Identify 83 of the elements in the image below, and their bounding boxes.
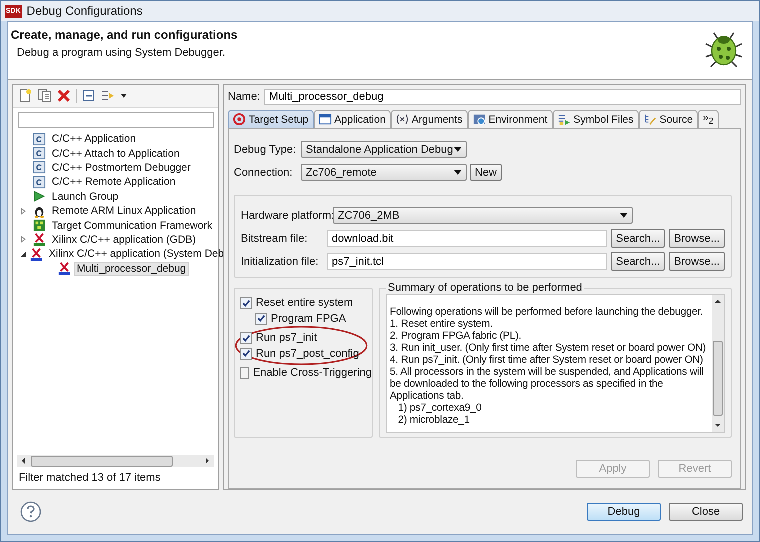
xilinx-icon: [30, 248, 43, 261]
tree-item[interactable]: Target Communication Framework: [49, 218, 216, 233]
source-icon: [644, 113, 657, 126]
search-button[interactable]: Search...: [611, 252, 666, 271]
expand-icon[interactable]: [20, 236, 27, 244]
field-label: Initialization file:: [241, 256, 320, 268]
new-button[interactable]: New: [470, 164, 502, 181]
tab[interactable]: Source: [638, 110, 698, 128]
checkbox[interactable]: [240, 367, 250, 379]
summary-text: Following operations will be performed before launching the debugger. 1. Reset entire system. 2. Program FPGA fabric (PL). 3. Run init_user. (Only first time after System reset or board power ON) 4. Run ps7_init. (Only first time after System reset or board power ON) 5. All processors in the system will be suspended, and Applications will be downloaded to the following processors as specified in the Applications tab. 1) ps7_cortexa9_0 2) microblaze_1: [389, 306, 708, 428]
browse-button[interactable]: Browse...: [669, 252, 725, 271]
tab[interactable]: Arguments: [390, 110, 468, 128]
new-configuration-icon[interactable]: [19, 89, 33, 103]
filter-icon[interactable]: [101, 89, 115, 103]
file-path-field[interactable]: download.bit: [326, 230, 608, 247]
tree-item[interactable]: C/C++ Attach to Application: [49, 146, 183, 161]
collapse-all-icon[interactable]: [82, 89, 96, 103]
name-field[interactable]: Multi_processor_debug: [264, 89, 741, 105]
dialog-button[interactable]: Debug: [587, 503, 661, 521]
delete-icon[interactable]: [57, 89, 71, 103]
dialog-button[interactable]: Close: [669, 503, 743, 521]
search-button[interactable]: Search...: [611, 229, 666, 248]
name-label: Name:: [228, 91, 260, 103]
expand-icon[interactable]: [20, 208, 27, 215]
tree-item[interactable]: Xilinx C/C++ application (System Deb: [46, 247, 228, 262]
dialog-title: Create, manage, and run configurations: [11, 28, 239, 42]
help-icon[interactable]: [20, 501, 42, 523]
tree-item[interactable]: C/C++ Application: [49, 132, 140, 146]
field-label: Bitstream file:: [241, 232, 309, 244]
play-icon: [33, 190, 46, 204]
tab[interactable]: Symbol Files: [552, 110, 639, 128]
vertical-scrollbar[interactable]: [712, 295, 724, 432]
tree-item[interactable]: C/C++ Postmortem Debugger: [49, 160, 194, 175]
file-path-field[interactable]: ps7_init.tcl: [326, 253, 608, 270]
checkbox[interactable]: [240, 332, 252, 344]
checkbox[interactable]: [240, 348, 252, 360]
tab[interactable]: Application: [314, 110, 391, 128]
horizontal-scrollbar[interactable]: [17, 455, 214, 467]
xilinx-icon: [58, 262, 71, 276]
checkbox[interactable]: [255, 312, 267, 324]
browse-button[interactable]: Browse...: [669, 229, 725, 248]
tree-item[interactable]: Remote ARM Linux Application: [49, 204, 200, 218]
symbol-files-icon: [558, 113, 571, 126]
tab[interactable]: Environment: [468, 110, 553, 128]
checkbox-label: Enable Cross-Triggering: [253, 367, 372, 379]
tree-item[interactable]: Xilinx C/C++ application (GDB): [49, 232, 200, 247]
tree-item[interactable]: Multi_processor_debug: [74, 262, 190, 276]
window-title: Debug Configurations: [26, 4, 143, 18]
checkbox[interactable]: [240, 297, 252, 309]
caret-icon: [454, 170, 462, 175]
collapse-icon[interactable]: [20, 250, 27, 258]
field-label: Connection:: [234, 166, 294, 178]
checkbox-label: Run ps7_init: [256, 332, 318, 344]
checkbox-label: Run ps7_post_config: [256, 348, 360, 360]
group-title: Summary of operations to be performed: [387, 282, 584, 294]
xilinx-icon: [33, 233, 46, 246]
environment-icon: [472, 113, 486, 126]
board-icon: [33, 219, 46, 232]
debug-type-dropdown[interactable]: Standalone Application Debug: [301, 141, 467, 158]
c-file-icon: [33, 147, 46, 160]
duplicate-icon[interactable]: [38, 89, 52, 103]
variable-icon: [396, 113, 409, 126]
tab[interactable]: Target Setup: [228, 110, 314, 128]
tab[interactable]: »$_{2}$: [698, 110, 719, 128]
dropdown-icon[interactable]: [120, 93, 128, 99]
caret-icon: [620, 213, 628, 218]
c-file-icon: [33, 132, 46, 146]
tree-item[interactable]: Launch Group: [49, 190, 122, 204]
hardware-platform-dropdown[interactable]: ZC706_2MB: [333, 207, 633, 224]
checkbox-label: Program FPGA: [271, 312, 346, 324]
target-icon: [233, 113, 246, 126]
c-file-icon: [33, 161, 46, 174]
window-icon: [318, 113, 332, 126]
penguin-icon: [33, 204, 46, 218]
tree-item[interactable]: C/C++ Remote Application: [49, 175, 179, 190]
connection-dropdown[interactable]: Zc706_remote: [301, 164, 467, 181]
field-label: Debug Type:: [234, 144, 298, 156]
caret-icon: [454, 147, 462, 152]
filter-status: Filter matched 13 of 17 items: [18, 471, 162, 486]
filter-field[interactable]: [18, 112, 214, 128]
c-file-icon: [33, 176, 46, 189]
dialog-subtitle: Debug a program using System Debugger.: [16, 47, 227, 59]
checkbox-label: Reset entire system: [256, 297, 354, 309]
